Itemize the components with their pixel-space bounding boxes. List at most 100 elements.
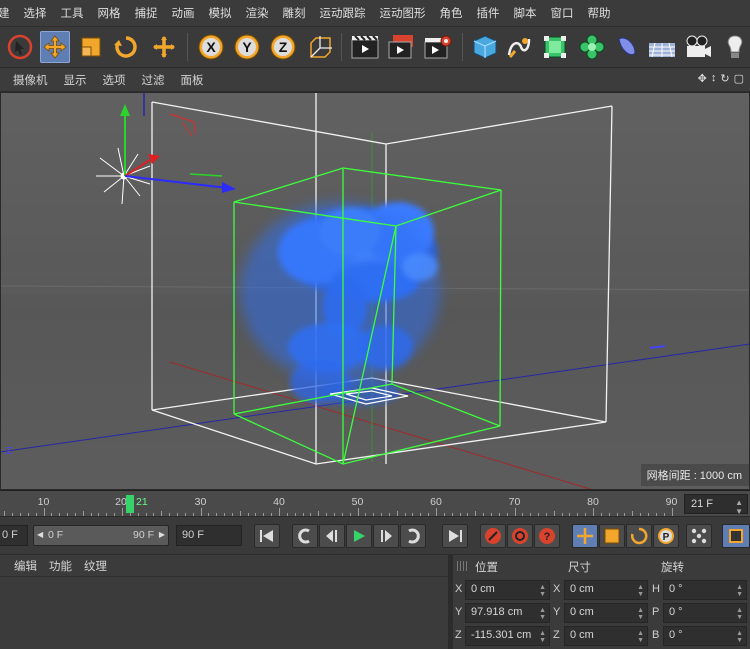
coordinate-system-icon[interactable]	[305, 31, 335, 63]
size-y-field[interactable]: 0 cm ▲ ▼	[564, 603, 648, 623]
frame-range-slider[interactable]: ◀ 0 F 90 F ▶	[33, 525, 169, 546]
size-axis-label: Y	[553, 606, 561, 618]
toggle-view-icon[interactable]: ▢	[734, 72, 744, 85]
menu-script[interactable]: 脚本	[507, 5, 544, 21]
menu-sculpt[interactable]: 雕刻	[276, 5, 313, 21]
cube-object-icon[interactable]	[470, 31, 500, 63]
rotation-p-value: 0 °	[669, 606, 683, 618]
camera-icon[interactable]	[683, 31, 713, 63]
viewport-menu-cameras[interactable]: 摄像机	[0, 72, 56, 88]
previous-frame-button[interactable]	[319, 524, 345, 548]
menu-tools[interactable]: 工具	[54, 5, 91, 21]
render-settings-icon[interactable]	[423, 31, 453, 63]
cloner-icon[interactable]	[577, 31, 607, 63]
record-keys-button[interactable]	[480, 524, 506, 548]
coordinate-row-y: Y 97.918 cm ▲ ▼ Y 0 cm ▲ ▼ P 0 ° ▲ ▼	[453, 602, 750, 624]
select-tool-icon[interactable]	[5, 31, 35, 63]
pos-axis-label: Z	[455, 629, 462, 641]
light-icon[interactable]	[720, 31, 750, 63]
size-z-field[interactable]: 0 cm ▲ ▼	[564, 626, 648, 646]
pan-view-icon[interactable]: ✥	[698, 72, 707, 85]
frame-ruler[interactable]: 10203040506070809020	[0, 491, 680, 517]
menu-snap[interactable]: 捕捉	[128, 5, 165, 21]
3d-viewport[interactable]: Z 网格间距: 1000 cm	[0, 92, 750, 490]
menu-texture[interactable]: 纹理	[78, 558, 113, 574]
range-left-arrow-icon[interactable]: ◀	[37, 530, 43, 539]
next-frame-button[interactable]	[373, 524, 399, 548]
floor-scene-icon[interactable]	[647, 31, 677, 63]
end-frame-field[interactable]: 90 F	[176, 525, 242, 546]
pen-spline-icon[interactable]	[504, 31, 534, 63]
coordinate-row-x: X 0 cm ▲ ▼ X 0 cm ▲ ▼ H 0 ° ▲ ▼	[453, 579, 750, 601]
keyframe-selection-button[interactable]: ?	[534, 524, 560, 548]
subdivision-surface-icon[interactable]	[540, 31, 570, 63]
position-header: 位置	[475, 562, 498, 574]
render-view-icon[interactable]	[350, 31, 380, 63]
position-y-field[interactable]: 97.918 cm ▲ ▼	[465, 603, 550, 623]
menu-mograph[interactable]: 运动图形	[373, 5, 433, 21]
menu-mesh[interactable]: 网格	[91, 5, 128, 21]
svg-text:Z: Z	[6, 446, 12, 457]
rotation-h-field[interactable]: 0 ° ▲ ▼	[663, 580, 747, 600]
scheme-settings-button[interactable]	[722, 524, 750, 548]
menu-render[interactable]: 渲染	[239, 5, 276, 21]
range-right-arrow-icon[interactable]: ▶	[159, 530, 165, 539]
recent-tool-icon[interactable]	[149, 31, 179, 63]
play-forward-button[interactable]	[346, 524, 372, 548]
menu-help[interactable]: 帮助	[581, 5, 618, 21]
viewport-menu-options[interactable]: 选项	[95, 72, 134, 88]
rotate-tool-icon[interactable]	[111, 31, 141, 63]
render-picture-viewer-icon[interactable]	[387, 31, 417, 63]
menu-create[interactable]: 建	[0, 5, 17, 21]
menu-animate[interactable]: 动画	[165, 5, 202, 21]
key-scale-button[interactable]	[599, 524, 625, 548]
menu-plugins[interactable]: 插件	[470, 5, 507, 21]
key-rotation-button[interactable]	[626, 524, 652, 548]
size-z-value: 0 cm	[570, 629, 594, 641]
y-axis-lock-icon[interactable]: Y	[232, 31, 262, 63]
playhead[interactable]	[126, 495, 134, 513]
rotation-p-field[interactable]: 0 ° ▲ ▼	[663, 603, 747, 623]
menu-edit[interactable]: 编辑	[0, 558, 43, 574]
menu-simulate[interactable]: 模拟	[202, 5, 239, 21]
material-menu-bar: 编辑 功能 纹理	[0, 555, 448, 577]
rotation-b-field[interactable]: 0 ° ▲ ▼	[663, 626, 747, 646]
current-frame-field[interactable]: 21 F ▲ ▼	[684, 494, 748, 516]
menu-function[interactable]: 功能	[43, 558, 78, 574]
ruler-label: 70	[508, 496, 521, 508]
grid-spacing-readout: 网格间距 : 1000 cm	[640, 464, 750, 486]
panel-grip-icon[interactable]	[457, 561, 469, 571]
menu-select[interactable]: 选择	[17, 5, 54, 21]
z-axis-lock-icon[interactable]: Z	[268, 31, 298, 63]
viewport-menu-display[interactable]: 显示	[56, 72, 95, 88]
rot-axis-label: H	[652, 583, 660, 595]
autokeying-button[interactable]	[507, 524, 533, 548]
key-parameter-button[interactable]: P	[653, 524, 679, 548]
x-axis-lock-icon[interactable]: X	[196, 31, 226, 63]
deformer-icon[interactable]	[612, 31, 642, 63]
go-to-end-button[interactable]	[442, 524, 468, 548]
menu-character[interactable]: 角色	[433, 5, 470, 21]
start-frame-field[interactable]: 0 F	[0, 525, 28, 546]
move-tool-icon[interactable]	[40, 31, 70, 63]
key-position-button[interactable]	[572, 524, 598, 548]
key-point-level-button[interactable]	[686, 524, 712, 548]
previous-key-button[interactable]	[292, 524, 318, 548]
zoom-view-icon[interactable]: ↕	[711, 72, 717, 85]
position-x-field[interactable]: 0 cm ▲ ▼	[465, 580, 550, 600]
coordinate-row-z: Z -115.301 cm ▲ ▼ Z 0 cm ▲ ▼ B 0 ° ▲ ▼	[453, 625, 750, 647]
viewport-menu-panel[interactable]: 面板	[173, 72, 212, 88]
go-to-start-button[interactable]	[254, 524, 280, 548]
size-axis-label: Z	[553, 629, 560, 641]
menu-window[interactable]: 窗口	[544, 5, 581, 21]
timeline-ruler[interactable]: 10203040506070809020 21 21 F▲▼	[0, 490, 750, 517]
position-z-field[interactable]: -115.301 cm ▲ ▼	[465, 626, 550, 646]
scale-tool-icon[interactable]	[76, 31, 106, 63]
menu-motion-tracker[interactable]: 运动跟踪	[313, 5, 373, 21]
size-x-field[interactable]: 0 cm ▲ ▼	[564, 580, 648, 600]
viewport-menu-filter[interactable]: 过滤	[134, 72, 173, 88]
rotate-view-icon[interactable]: ↻	[720, 72, 729, 85]
next-key-button[interactable]	[400, 524, 426, 548]
end-frame-value: 90 F	[182, 529, 205, 541]
svg-text:?: ?	[544, 531, 551, 543]
